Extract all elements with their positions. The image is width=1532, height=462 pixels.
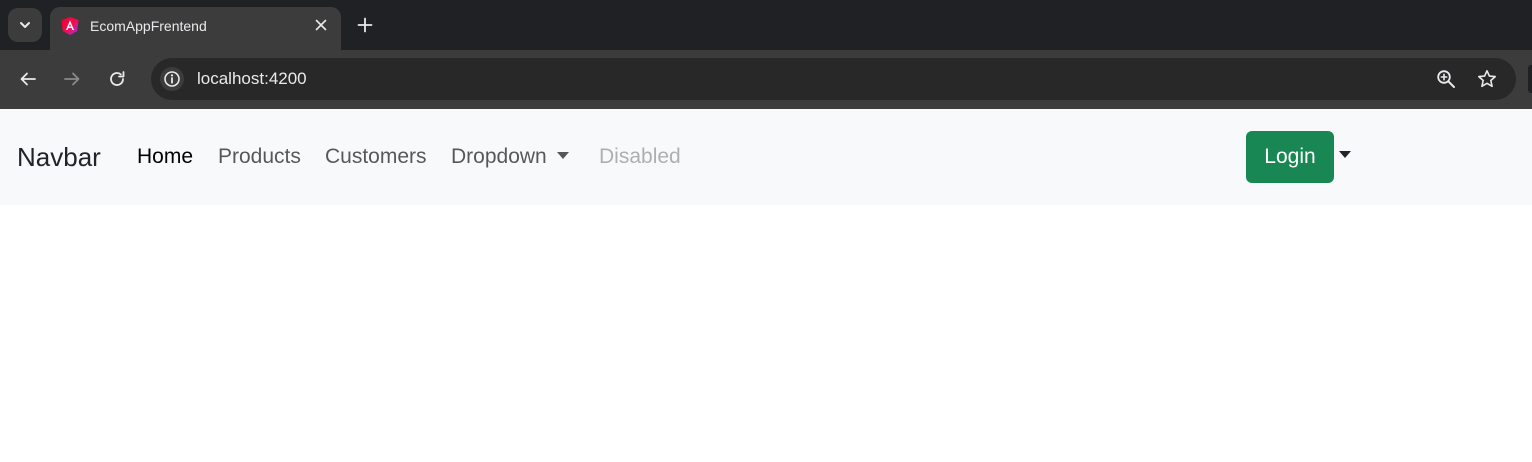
back-button[interactable] [15, 66, 41, 92]
tab-search-button[interactable] [8, 8, 42, 42]
nav-link-customers[interactable]: Customers [325, 145, 427, 169]
star-icon [1478, 70, 1496, 88]
app-navbar: Navbar Home Products Customers Dropdown … [0, 109, 1532, 205]
chevron-down-icon [20, 22, 30, 28]
zoom-in-icon [1437, 70, 1455, 88]
site-info-button[interactable] [160, 67, 184, 91]
dropdown-label: Dropdown [451, 145, 547, 168]
caret-down-icon[interactable] [1339, 151, 1351, 158]
address-bar[interactable]: localhost:4200 [151, 58, 1516, 100]
url-text[interactable]: localhost:4200 [197, 69, 307, 89]
plus-icon [357, 17, 373, 33]
nav-link-home[interactable]: Home [137, 145, 193, 169]
reload-icon [110, 71, 125, 86]
info-icon [164, 71, 180, 87]
bookmark-button[interactable] [1476, 68, 1498, 90]
tab-title: EcomAppFrentend [90, 18, 207, 34]
nav-link-disabled: Disabled [599, 145, 681, 168]
caret-down-icon [556, 152, 569, 159]
browser-tab[interactable]: EcomAppFrentend [50, 7, 341, 50]
new-tab-button[interactable] [353, 13, 377, 37]
login-button[interactable]: Login [1246, 131, 1334, 183]
zoom-button[interactable] [1435, 68, 1457, 90]
navbar-brand[interactable]: Navbar [17, 142, 101, 173]
angular-logo-icon [61, 17, 79, 35]
forward-button[interactable] [59, 66, 85, 92]
nav-link-dropdown[interactable]: Dropdown [451, 145, 569, 169]
nav-link-products[interactable]: Products [218, 145, 301, 169]
arrow-right-icon [64, 72, 80, 86]
tab-close-button[interactable] [313, 17, 329, 33]
page-body [0, 205, 1532, 462]
close-icon [315, 19, 327, 31]
browser-tab-strip: EcomAppFrentend [0, 0, 1532, 50]
toolbar-edge-stub [1528, 65, 1532, 93]
arrow-left-icon [20, 72, 36, 86]
reload-button[interactable] [104, 66, 130, 92]
browser-toolbar: localhost:4200 [0, 50, 1532, 109]
